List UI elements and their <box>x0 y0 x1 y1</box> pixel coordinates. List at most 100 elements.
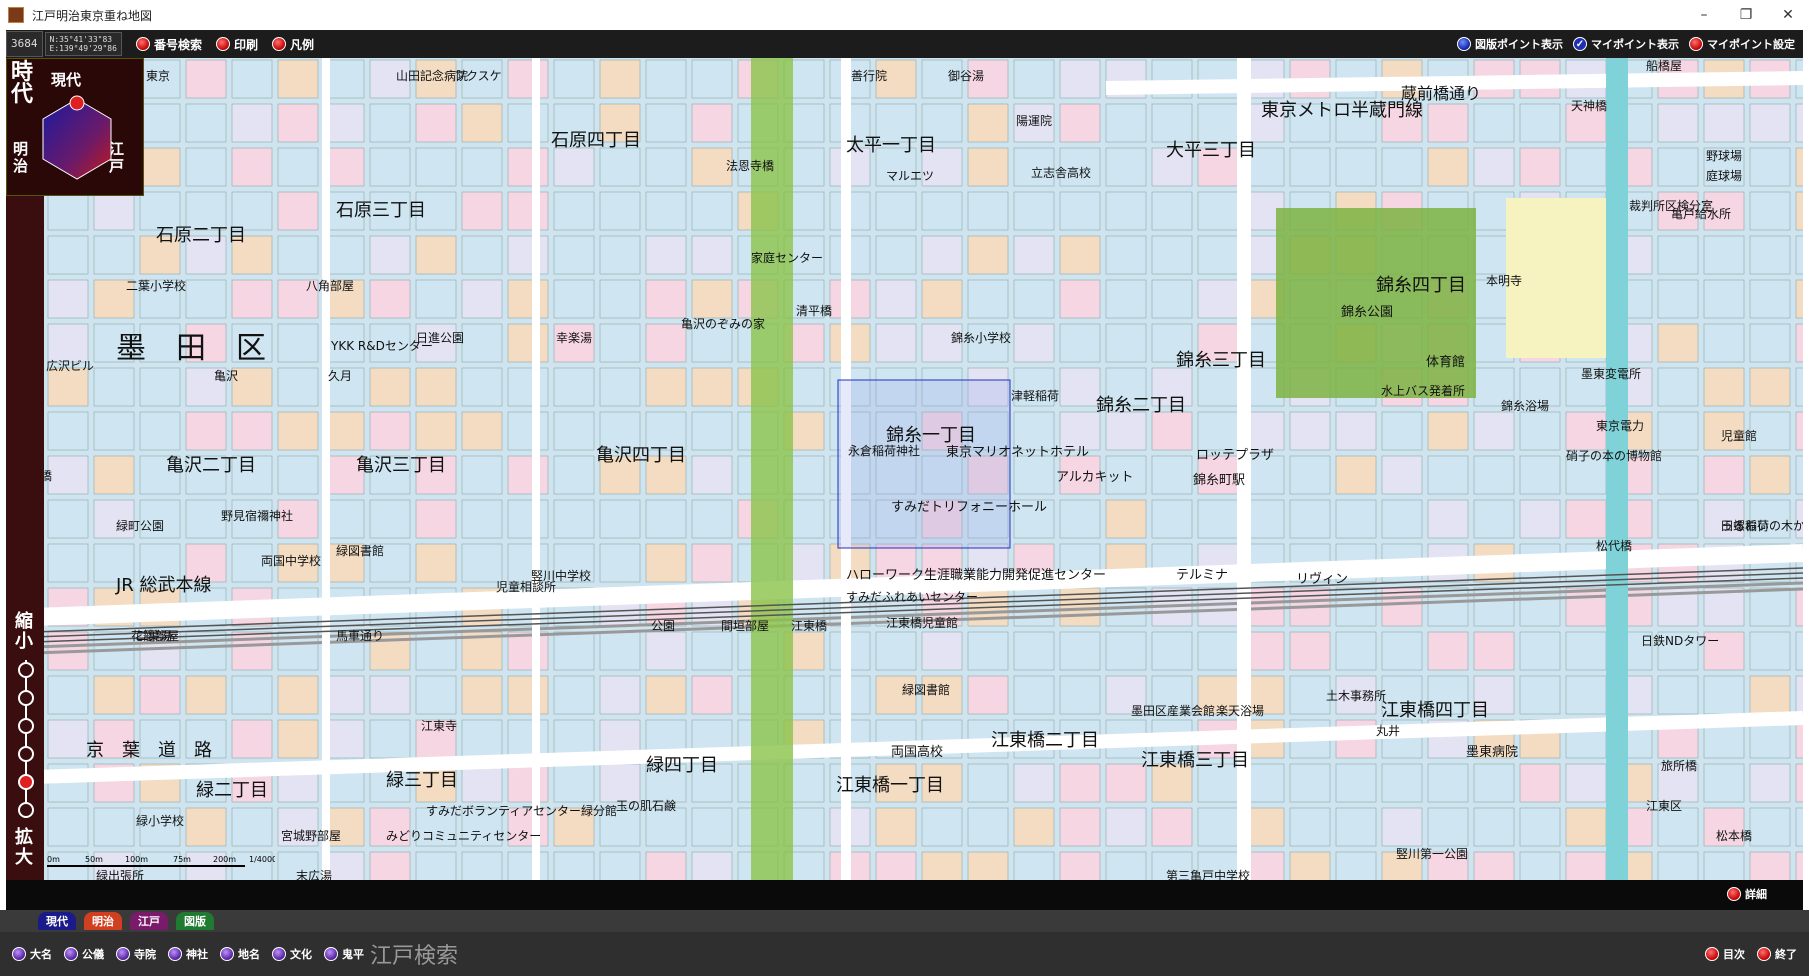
tab-meiji[interactable]: 明治 <box>84 912 122 930</box>
map-label: 墨田区産業会館 <box>1131 703 1215 718</box>
map-label: 東京マリオネットホテル <box>946 444 1089 460</box>
legend-button[interactable]: 凡例 <box>271 36 314 53</box>
city-block <box>1657 455 1699 495</box>
detail-button[interactable]: 詳細 <box>1727 886 1767 902</box>
city-block <box>599 147 641 187</box>
minimize-button[interactable]: – <box>1683 0 1725 30</box>
city-block <box>1289 411 1331 451</box>
city-block <box>1473 807 1515 847</box>
city-block <box>415 235 457 275</box>
map-label: フクスケ <box>454 69 502 83</box>
city-block <box>599 59 641 99</box>
city-block <box>691 103 733 143</box>
era-selector[interactable]: 時代 現代 明治 江戸 <box>6 58 144 196</box>
map-label: 宮城野部屋 <box>281 828 341 843</box>
search-temple[interactable]: 寺院 <box>116 946 156 962</box>
zoom-out-label[interactable]: 縮小 <box>14 612 34 652</box>
scale-tick-3: 75m <box>173 855 191 864</box>
search-shrine[interactable]: 神社 <box>168 946 208 962</box>
city-block <box>277 719 319 759</box>
era-hexagon[interactable] <box>37 93 117 183</box>
zoom-control[interactable]: 縮小 拡大 <box>8 612 44 878</box>
city-block <box>921 235 963 275</box>
scale-tick-0: 0m <box>47 855 60 864</box>
search-kougi[interactable]: 公儀 <box>64 946 104 962</box>
city-block <box>1381 763 1423 803</box>
city-block <box>369 411 411 451</box>
zoom-step[interactable] <box>18 662 34 678</box>
my-points-toggle[interactable]: ✓ マイポイント表示 <box>1573 36 1679 52</box>
zoom-step[interactable] <box>18 718 34 734</box>
map-label: 船橋屋 <box>1646 59 1682 73</box>
city-block <box>1381 147 1423 187</box>
city-block <box>185 631 227 671</box>
city-block <box>1013 323 1055 363</box>
map-label: 旅所橋 <box>1661 759 1697 773</box>
city-block <box>415 147 457 187</box>
city-block <box>1059 763 1101 803</box>
print-button[interactable]: 印刷 <box>215 36 258 53</box>
tab-current[interactable]: 現代 <box>38 912 76 930</box>
zoom-step[interactable] <box>18 802 34 818</box>
city-block <box>1013 631 1055 671</box>
city-block <box>1473 455 1515 495</box>
map-label: 児童相談所 <box>496 579 556 594</box>
city-block <box>1519 147 1561 187</box>
map-label: 江東橋二丁目 <box>991 730 1099 751</box>
era-meiji-label[interactable]: 明治 <box>13 141 29 175</box>
city-block <box>415 675 457 715</box>
map-points-toggle[interactable]: 図版ポイント表示 <box>1457 36 1563 52</box>
city-block <box>1795 411 1803 451</box>
tab-figure[interactable]: 図版 <box>176 912 214 930</box>
map-label: 墨 田 区 <box>116 331 266 366</box>
tab-edo[interactable]: 江戸 <box>130 912 168 930</box>
search-placename[interactable]: 地名 <box>220 946 260 962</box>
city-block <box>645 807 687 847</box>
city-block <box>599 851 641 880</box>
close-button[interactable]: ✕ <box>1767 0 1809 30</box>
city-block <box>1473 851 1515 880</box>
map-label: 亀沢のぞみの家 <box>681 316 765 331</box>
city-block <box>967 279 1009 319</box>
map-label: 公園 <box>651 619 675 633</box>
toc-button[interactable]: 目次 <box>1705 946 1745 962</box>
city-block <box>47 719 89 759</box>
city-block <box>1197 411 1239 451</box>
city-block <box>47 455 89 495</box>
map-label: 江東橋 <box>791 619 827 633</box>
restore-button[interactable]: ❐ <box>1725 0 1767 30</box>
longitude: E:139°49'29"86 <box>49 44 117 53</box>
city-block <box>1749 279 1791 319</box>
zoom-in-label[interactable]: 拡大 <box>14 828 34 868</box>
zoom-step[interactable] <box>18 690 34 706</box>
number-search-button[interactable]: 番号検索 <box>135 36 202 53</box>
top-toolbar: 3684 N:35°41'33"83 E:139°49'29"86 番号検索 印… <box>6 30 1803 58</box>
search-daimyo[interactable]: 大名 <box>12 946 52 962</box>
city-block <box>1749 587 1791 627</box>
city-block <box>1795 191 1803 231</box>
city-block <box>1565 587 1607 627</box>
city-block <box>507 235 549 275</box>
map-label: 太平一丁目 <box>846 135 936 156</box>
map-label: 二葉小学校 <box>126 278 186 293</box>
city-block <box>185 499 227 539</box>
map-svg[interactable]: 墨 田 区 石原三丁目 石原四丁目石原二丁目 太平一丁目 大平三丁目錦糸四丁目錦糸公園錦… <box>6 58 1803 880</box>
city-block <box>645 543 687 583</box>
search-culture[interactable]: 文化 <box>272 946 312 962</box>
search-onihei[interactable]: 鬼平 <box>324 946 364 962</box>
map-canvas[interactable]: 墨 田 区 石原三丁目 石原四丁目 石原二丁目 太平一丁目 大平三丁目 錦糸四丁目 錦糸公園錦… <box>6 58 1803 880</box>
city-block <box>553 235 595 275</box>
city-block <box>369 499 411 539</box>
latlon-readout: N:35°41'33"83 E:139°49'29"86 <box>44 32 122 56</box>
city-block <box>1795 807 1803 847</box>
exit-button[interactable]: 終了 <box>1757 946 1797 962</box>
city-block <box>553 763 595 803</box>
city-block <box>507 367 549 407</box>
zoom-step-active[interactable] <box>18 774 34 790</box>
city-block <box>1795 323 1803 363</box>
zoom-step[interactable] <box>18 746 34 762</box>
era-current-label[interactable]: 現代 <box>51 69 81 90</box>
city-block <box>1197 367 1239 407</box>
my-point-settings-button[interactable]: マイポイント設定 <box>1689 36 1795 52</box>
map-label: 江東橋一丁目 <box>836 775 944 796</box>
